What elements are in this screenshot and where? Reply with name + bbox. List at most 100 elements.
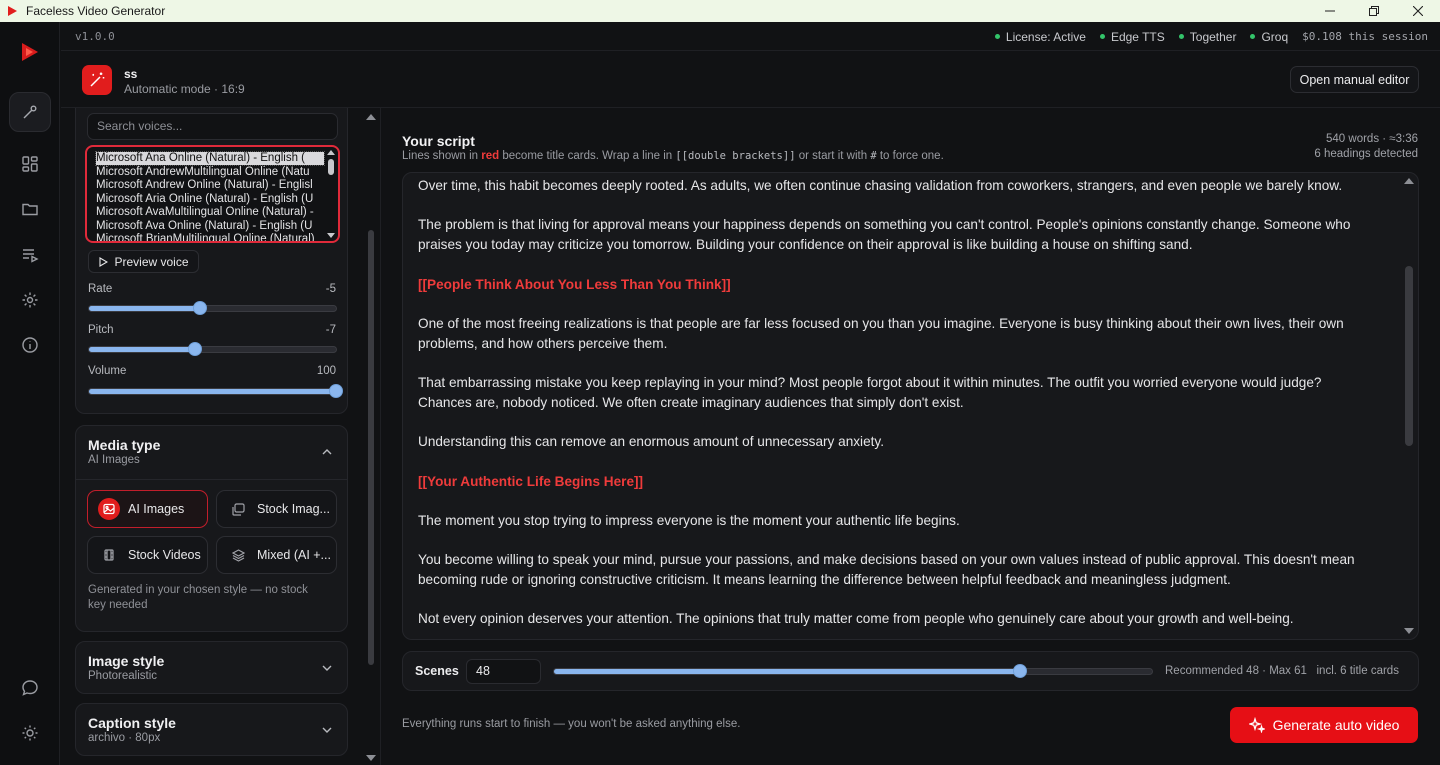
scroll-up-arrow-icon[interactable] bbox=[363, 111, 379, 123]
sparkle-icon bbox=[1248, 717, 1265, 733]
script-line: Not every opinion deserves your attentio… bbox=[418, 611, 1294, 627]
media-option-label: Stock Imag... bbox=[257, 502, 330, 516]
voice-listbox[interactable]: Microsoft Ana Online (Natural) - English… bbox=[85, 145, 340, 243]
scroll-up-arrow-icon[interactable] bbox=[1401, 175, 1417, 187]
slider-fill bbox=[89, 389, 336, 394]
brand-logo-icon[interactable] bbox=[18, 40, 42, 64]
media-type-subtitle: AI Images bbox=[88, 454, 140, 466]
scroll-down-arrow-icon[interactable] bbox=[1401, 625, 1417, 637]
voice-option[interactable]: Microsoft AvaMultilingual Online (Natura… bbox=[96, 206, 324, 219]
preview-voice-button[interactable]: Preview voice bbox=[88, 250, 199, 273]
script-line: Over time, this habit becomes deeply roo… bbox=[418, 178, 1343, 193]
nav-feedback[interactable] bbox=[9, 668, 51, 708]
minimize-button[interactable] bbox=[1308, 0, 1352, 22]
hint-text: or start it with bbox=[798, 150, 868, 162]
editor-scrollbar[interactable] bbox=[1401, 173, 1417, 639]
nav-settings[interactable] bbox=[9, 280, 51, 320]
magic-wand-icon bbox=[90, 72, 105, 87]
generate-auto-video-button[interactable]: Generate auto video bbox=[1230, 707, 1418, 743]
settings-panel-scrollbar[interactable] bbox=[363, 108, 379, 765]
scenes-slider[interactable] bbox=[553, 664, 1153, 678]
caption-style-subtitle: archivo · 80px bbox=[88, 732, 161, 744]
media-type-header[interactable]: Media type AI Images bbox=[76, 426, 347, 479]
sun-icon bbox=[22, 725, 38, 741]
chevron-down-icon bbox=[322, 665, 332, 671]
nav-create[interactable] bbox=[9, 92, 51, 132]
nav-queue[interactable] bbox=[9, 235, 51, 275]
pitch-slider[interactable] bbox=[88, 342, 337, 356]
close-icon bbox=[1413, 6, 1423, 16]
voice-option[interactable]: Microsoft AndrewMultilingual Online (Nat… bbox=[96, 166, 324, 179]
grid-icon bbox=[22, 156, 38, 172]
pitch-label: Pitch bbox=[88, 324, 114, 336]
media-option-label: Mixed (AI +... bbox=[257, 548, 331, 562]
generate-label: Generate auto video bbox=[1272, 717, 1400, 733]
window-titlebar: Faceless Video Generator bbox=[0, 0, 1440, 22]
status-llm: Groq bbox=[1250, 30, 1288, 44]
script-line: praises you today may criticize you tomo… bbox=[418, 237, 1193, 253]
voice-option[interactable]: Microsoft Aria Online (Natural) - Englis… bbox=[96, 193, 324, 206]
status-dot-icon bbox=[1178, 34, 1184, 39]
chevron-down-icon bbox=[322, 727, 332, 733]
hint-text: Lines shown in bbox=[402, 150, 479, 162]
hint-code: # bbox=[870, 150, 877, 162]
status-image-provider: Together bbox=[1178, 30, 1236, 44]
nav-dashboard[interactable] bbox=[9, 144, 51, 184]
close-window-button[interactable] bbox=[1396, 0, 1440, 22]
script-editor[interactable]: Not every opinion deserves your attentio… bbox=[402, 172, 1419, 640]
top-status-bar: v1.0.0 License: Active Edge TTS Together… bbox=[61, 22, 1440, 51]
voice-option[interactable]: Microsoft Ava Online (Natural) - English… bbox=[96, 220, 324, 233]
volume-slider[interactable] bbox=[88, 384, 343, 398]
status-tts-label: Edge TTS bbox=[1110, 29, 1165, 44]
script-panel: Your script Lines shown in red become ti… bbox=[380, 108, 1440, 765]
nav-theme-toggle[interactable] bbox=[9, 713, 51, 753]
play-icon bbox=[99, 256, 109, 267]
slider-knob[interactable] bbox=[1013, 664, 1028, 678]
script-line: You become willing to speak your mind, p… bbox=[418, 552, 1355, 568]
status-dot-icon bbox=[1099, 34, 1105, 39]
nav-about[interactable] bbox=[9, 325, 51, 365]
slider-knob[interactable] bbox=[329, 384, 343, 398]
project-header: ss Automatic mode · 16:9 Open manual edi… bbox=[61, 51, 1440, 108]
script-line: Chances are, nobody noticed. We often cr… bbox=[418, 394, 964, 410]
voice-option[interactable]: Microsoft BrianMultilingual Online (Natu… bbox=[96, 233, 324, 241]
scenes-count-input[interactable]: 48 bbox=[466, 659, 541, 684]
image-style-card[interactable]: Image style Photorealistic bbox=[75, 641, 348, 694]
slider-fill bbox=[89, 347, 196, 352]
divider bbox=[76, 479, 347, 480]
script-line: problems, and how others perceive them. bbox=[418, 335, 668, 351]
scrollbar-thumb[interactable] bbox=[1405, 266, 1413, 446]
rate-value: -5 bbox=[325, 283, 336, 295]
script-line: That embarrassing mistake you keep repla… bbox=[418, 375, 1322, 390]
restore-button[interactable] bbox=[1352, 0, 1396, 22]
layers-icon bbox=[227, 544, 249, 566]
media-option-ai-images[interactable]: AI Images bbox=[87, 490, 208, 528]
media-option-stock-images[interactable]: Stock Imag... bbox=[216, 490, 337, 528]
voice-option[interactable]: Microsoft Ana Online (Natural) - English… bbox=[95, 151, 325, 166]
hint-red-word: red bbox=[481, 150, 500, 162]
scenes-bar: Scenes 48 Recommended 48 · Max 61 incl. … bbox=[402, 651, 1419, 691]
restore-icon bbox=[1369, 6, 1379, 16]
scenes-recommendation: Recommended 48 · Max 61 incl. 6 title ca… bbox=[1165, 665, 1399, 677]
voice-search-input[interactable]: Search voices... bbox=[87, 113, 338, 140]
images-icon bbox=[227, 498, 249, 520]
media-option-label: AI Images bbox=[128, 502, 185, 516]
scrollbar-thumb[interactable] bbox=[368, 230, 374, 665]
script-heading-line: [[Your Authentic Life Begins Here]] bbox=[418, 473, 644, 489]
rate-slider[interactable] bbox=[88, 301, 337, 315]
scroll-down-arrow-icon[interactable] bbox=[363, 752, 379, 764]
media-option-stock-videos[interactable]: Stock Videos bbox=[87, 536, 208, 574]
slider-knob[interactable] bbox=[188, 342, 203, 356]
caption-style-card[interactable]: Caption style archivo · 80px bbox=[75, 703, 348, 756]
media-option-mixed[interactable]: Mixed (AI +... bbox=[216, 536, 337, 574]
voice-list-scrollbar[interactable] bbox=[326, 149, 336, 239]
slider-fill bbox=[554, 669, 1021, 674]
nav-projects[interactable] bbox=[9, 189, 51, 229]
open-manual-editor-button[interactable]: Open manual editor bbox=[1290, 66, 1419, 93]
voice-option[interactable]: Microsoft Andrew Online (Natural) - Engl… bbox=[96, 179, 324, 192]
status-license: License: Active bbox=[994, 30, 1086, 44]
slider-knob[interactable] bbox=[193, 301, 208, 315]
headings-count: 6 headings detected bbox=[1314, 148, 1418, 160]
image-style-subtitle: Photorealistic bbox=[88, 670, 158, 682]
media-type-note: Generated in your chosen style — no stoc… bbox=[88, 584, 308, 611]
